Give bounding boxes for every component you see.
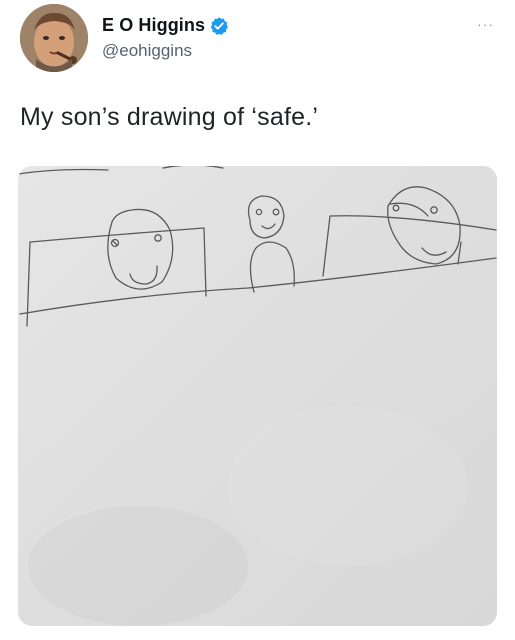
tweet-text: My son’s drawing of ‘safe.’ xyxy=(20,103,319,131)
more-options-icon[interactable]: ··· xyxy=(477,16,494,32)
author-display-name[interactable]: E O Higgins xyxy=(102,15,205,36)
tweet-media[interactable] xyxy=(18,166,497,626)
author-handle[interactable]: @eohiggins xyxy=(102,41,192,61)
avatar-image xyxy=(20,4,88,72)
tweet-header: E O Higgins @eohiggins ··· xyxy=(20,4,500,72)
avatar[interactable] xyxy=(20,4,88,72)
verified-badge-icon xyxy=(209,16,229,36)
pencil-drawing-image xyxy=(18,166,497,626)
author-name-row[interactable]: E O Higgins xyxy=(102,15,229,36)
